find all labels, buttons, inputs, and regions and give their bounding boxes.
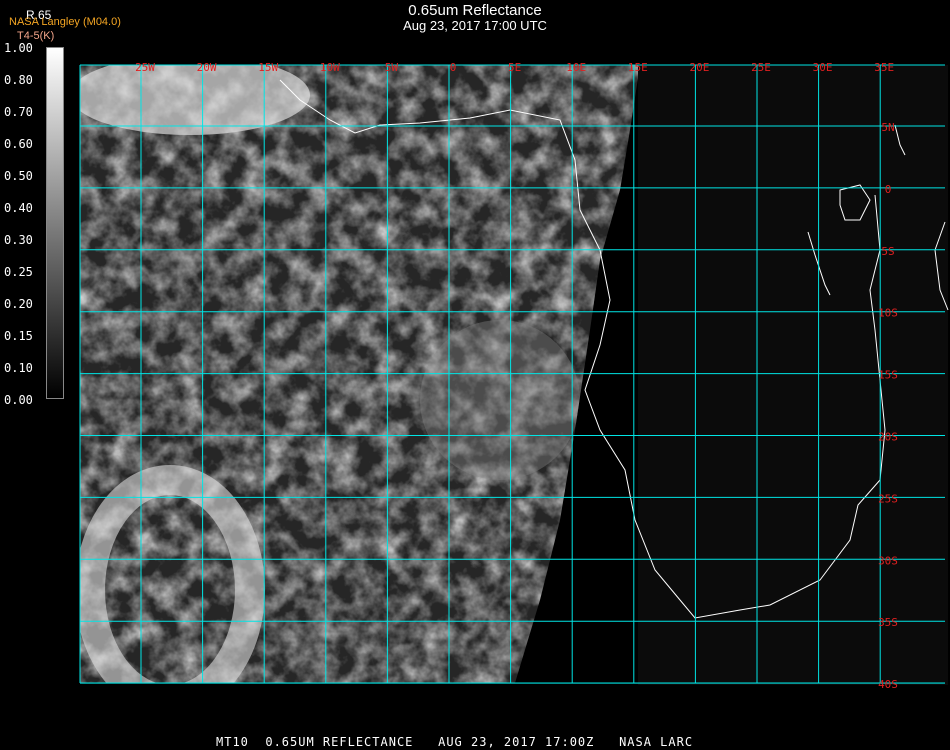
- colorbar-tick-label: 0.80: [4, 73, 33, 87]
- footer-datetime: AUG 23, 2017 17:00Z: [438, 735, 595, 749]
- latitude-label: 5N: [881, 121, 894, 134]
- latitude-label: 10S: [878, 307, 898, 320]
- colorbar-tick-label: 0.20: [4, 297, 33, 311]
- image-title: 0.65um Reflectance: [408, 2, 542, 19]
- colorbar-tick-label: 0.15: [4, 329, 33, 343]
- colorbar: [46, 47, 64, 399]
- longitude-label: 5W: [385, 61, 399, 74]
- colorbar-tick-label: 0.10: [4, 361, 33, 375]
- colorbar-tick-label: 0.00: [4, 393, 33, 407]
- longitude-label: 25W: [135, 61, 155, 74]
- longitude-label: 20E: [689, 61, 709, 74]
- footer-source: NASA LARC: [619, 735, 694, 749]
- colorbar-tick-label: 0.25: [4, 265, 33, 279]
- colorbar-tick-label: 0.70: [4, 105, 33, 119]
- cloud-imagery: [80, 65, 640, 683]
- longitude-label: 0: [450, 61, 457, 74]
- colorbar-tick-label: 0.50: [4, 169, 33, 183]
- longitude-label: 35E: [874, 61, 894, 74]
- organization-label: NASA Langley (M04.0): [9, 16, 121, 28]
- longitude-label: 20W: [197, 61, 217, 74]
- footer-product: 0.65UM REFLECTANCE: [265, 735, 414, 749]
- colorbar-tick-label: 1.00: [4, 41, 33, 55]
- latitude-label: 40S: [878, 678, 898, 691]
- longitude-label: 15E: [628, 61, 648, 74]
- longitude-label: 15W: [258, 61, 278, 74]
- longitude-label: 25E: [751, 61, 771, 74]
- colorbar-tick-label: 0.30: [4, 233, 33, 247]
- latitude-label: 5S: [881, 245, 894, 258]
- latitude-label: 30S: [878, 554, 898, 567]
- longitude-label: 10W: [320, 61, 340, 74]
- satellite-map: 25W 20W 15W 10W 5W 0 5E 10E 15E 20E 25E 30E 35E 5N 0 5S…: [79, 61, 949, 691]
- longitude-label: 5E: [508, 61, 521, 74]
- image-datetime: Aug 23, 2017 17:00 UTC: [403, 18, 547, 33]
- footer-caption: MT10 0.65UM REFLECTANCE AUG 23, 2017 17:…: [216, 735, 693, 749]
- longitude-label: 30E: [813, 61, 833, 74]
- longitude-label: 10E: [566, 61, 586, 74]
- latitude-label: 35S: [878, 616, 898, 629]
- latitude-label: 0: [885, 183, 892, 196]
- latitude-label: 25S: [878, 492, 898, 505]
- footer-satellite: MT10: [216, 735, 249, 749]
- latitude-label: 15S: [878, 369, 898, 382]
- latitude-label: 20S: [878, 431, 898, 444]
- colorbar-tick-label: 0.40: [4, 201, 33, 215]
- colorbar-tick-label: 0.60: [4, 137, 33, 151]
